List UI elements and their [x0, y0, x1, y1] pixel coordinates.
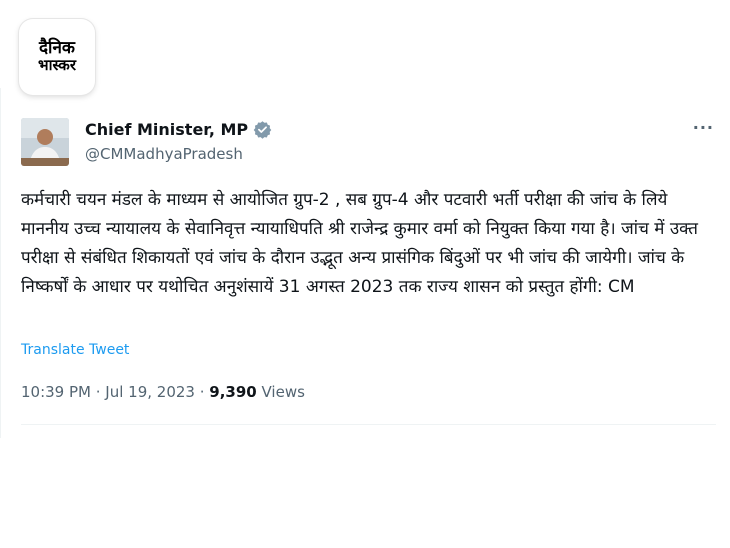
avatar-image	[21, 118, 69, 166]
meta-separator-1: ·	[90, 383, 106, 401]
timeline-left-border	[0, 88, 1, 438]
tweet-divider	[21, 424, 716, 425]
tweet-text: कर्मचारी चयन मंडल के माध्यम से आयोजित ग्…	[21, 190, 698, 297]
more-options-icon[interactable]: ···	[693, 118, 714, 137]
author-name[interactable]: Chief Minister, MP	[85, 120, 248, 139]
logo-line-2: भास्कर	[38, 56, 76, 75]
author-avatar[interactable]	[21, 118, 69, 166]
views-count: 9,390	[209, 383, 257, 401]
author-name-row[interactable]: Chief Minister, MP	[85, 120, 272, 139]
tweet-date[interactable]: Jul 19, 2023	[105, 383, 195, 401]
verified-badge-icon	[253, 120, 272, 139]
meta-separator-2: ·	[194, 383, 210, 401]
translate-tweet-link[interactable]: Translate Tweet	[21, 342, 129, 358]
dainik-bhaskar-logo: दैनिक भास्कर	[19, 19, 95, 95]
tweet-time[interactable]: 10:39 PM	[21, 383, 91, 401]
views-label: Views	[256, 383, 305, 401]
author-handle[interactable]: @CMMadhyaPradesh	[85, 145, 243, 163]
tweet-meta: 10:39 PM · Jul 19, 2023 · 9,390 Views	[21, 383, 305, 401]
